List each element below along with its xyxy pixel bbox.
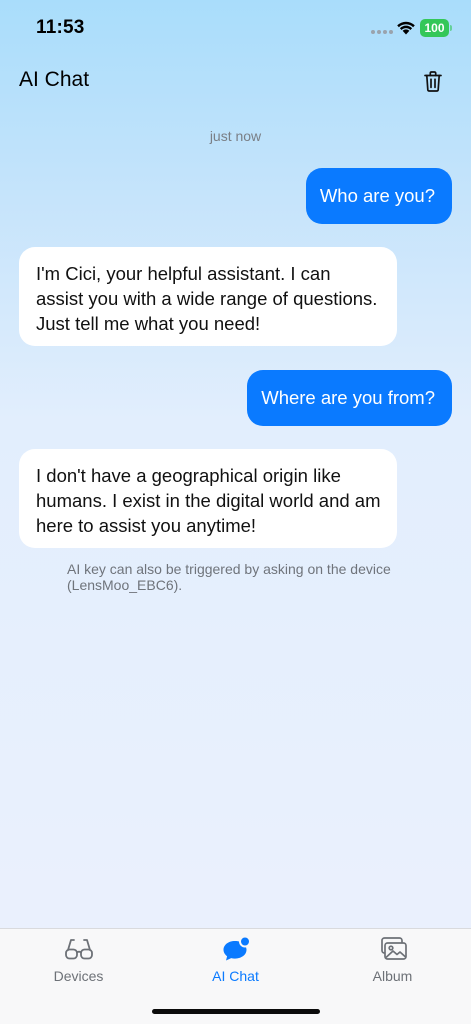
glasses-icon	[63, 935, 95, 963]
hint-line: (LensMoo_EBC6).	[67, 577, 183, 593]
page-title: AI Chat	[19, 68, 90, 91]
message-line: here to assist you anytime!	[36, 515, 257, 536]
tab-ai-chat[interactable]: AI Chat	[157, 929, 314, 995]
message-line: Just tell me what you need!	[36, 313, 261, 334]
assistant-message-bubble: I don't have a geographical origin like …	[19, 449, 397, 548]
message-text: Who are you?	[319, 185, 435, 206]
battery-cap	[450, 25, 452, 31]
tab-label: AI Chat	[212, 968, 259, 984]
status-bar: 11:53 100	[0, 0, 471, 56]
message-text: Where are you from?	[261, 387, 435, 408]
photo-album-icon	[377, 935, 409, 963]
battery-icon: 100	[420, 19, 452, 37]
user-message-bubble: Who are you?	[306, 168, 452, 224]
status-time: 11:53	[36, 17, 85, 38]
tab-devices[interactable]: Devices	[0, 929, 157, 995]
message-line: assist you with a wide range of question…	[36, 288, 378, 309]
wifi-icon	[397, 21, 415, 35]
trash-icon	[424, 70, 442, 92]
assistant-message-bubble: I'm Cici, your helpful assistant. I can …	[19, 247, 397, 346]
message-timestamp: just now	[209, 128, 262, 144]
tab-label: Album	[372, 968, 413, 984]
device-hint-text: AI key can also be triggered by asking o…	[67, 561, 417, 593]
message-line: I'm Cici, your helpful assistant. I can	[36, 263, 331, 284]
chat-bubble-icon	[220, 935, 252, 963]
cellular-signal-icon	[371, 30, 393, 34]
tab-album[interactable]: Album	[314, 929, 471, 995]
message-line: I don't have a geographical origin like	[36, 465, 341, 486]
user-message-bubble: Where are you from?	[247, 370, 452, 426]
message-line: humans. I exist in the digital world and…	[36, 490, 381, 511]
battery-level: 100	[424, 21, 445, 35]
tab-label: Devices	[53, 968, 104, 984]
hint-line: AI key can also be triggered by asking o…	[67, 561, 391, 577]
home-indicator	[152, 1009, 320, 1014]
clear-chat-button[interactable]	[419, 67, 447, 95]
